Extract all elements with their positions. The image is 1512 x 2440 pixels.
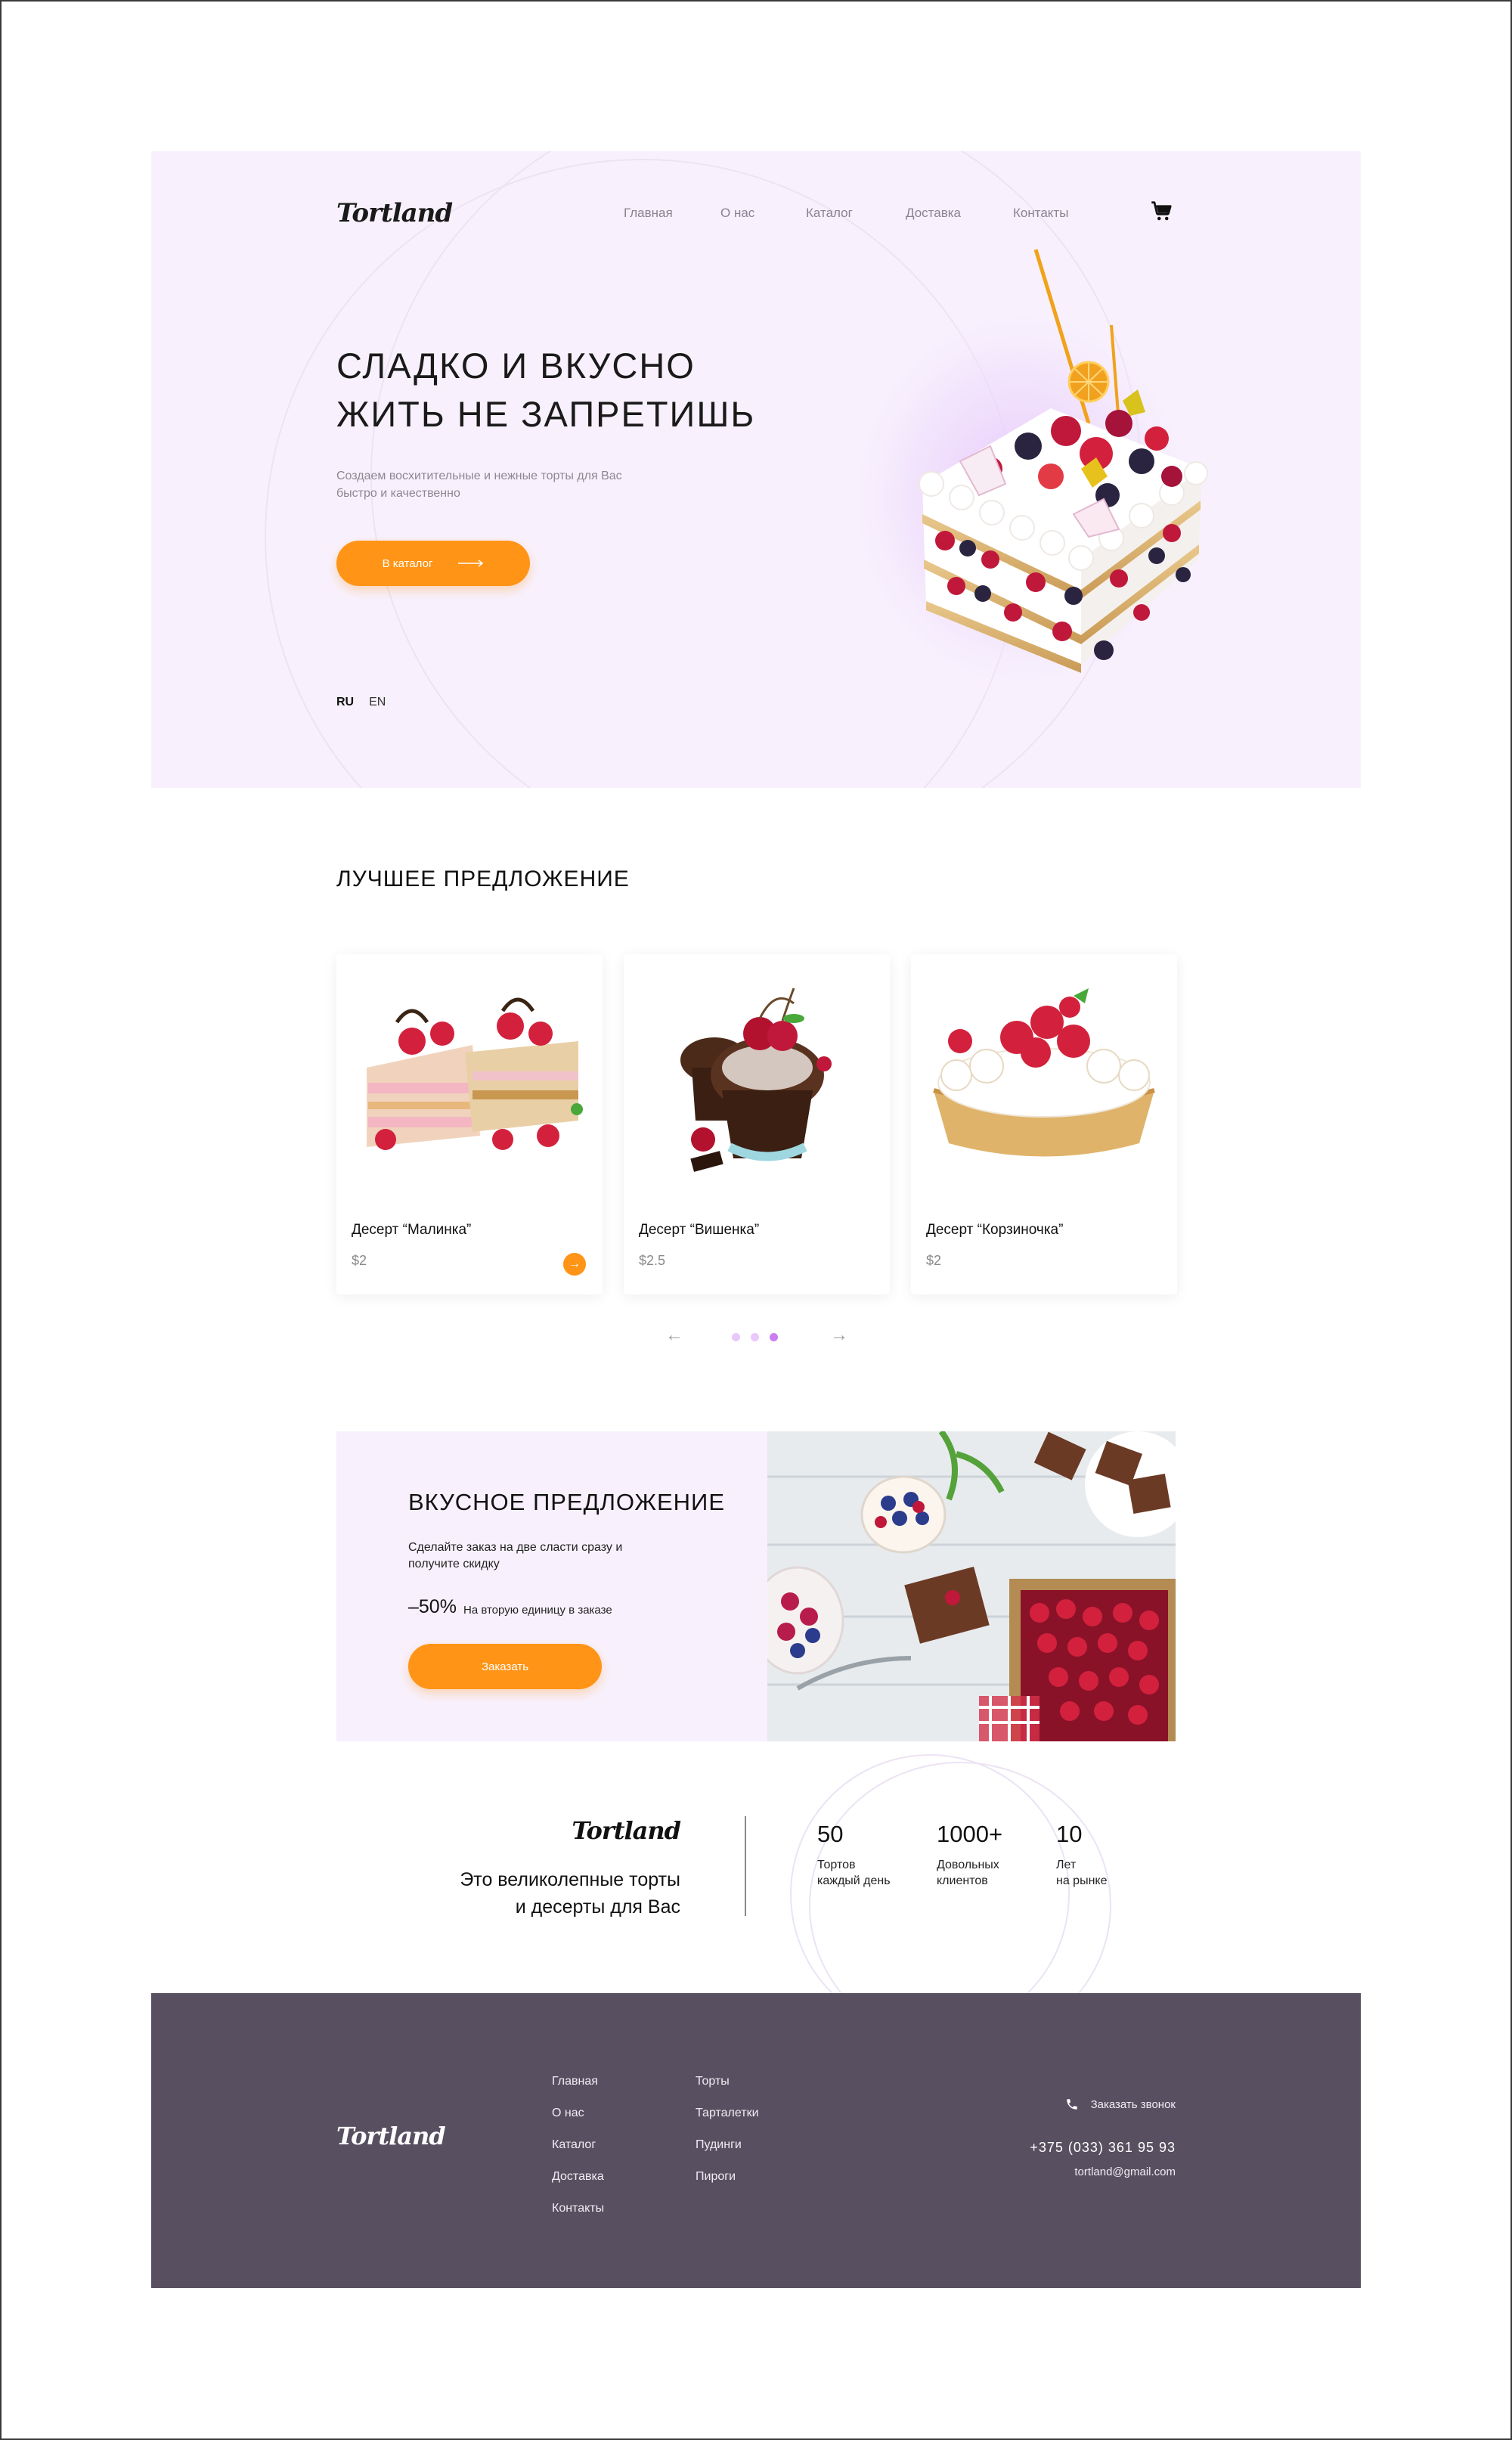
carousel-prev-button[interactable]: ← [665,1325,683,1346]
product-price: $2 [352,1253,367,1268]
footer-link-delivery[interactable]: Доставка [552,2161,604,2193]
promo-text-line2: получите скидку [408,1558,500,1570]
hero-section: Tortland Главная О нас Каталог Доставка … [151,151,1361,788]
hero-cake-image [764,197,1217,741]
footer-link-contacts[interactable]: Контакты [552,2193,604,2225]
promo-text-line1: Сделайте заказ на две сласти сразу и [408,1541,623,1554]
footer-link-catalog[interactable]: Каталог [552,2129,604,2161]
best-offer-title: ЛУЧШЕЕ ПРЕДЛОЖЕНИЕ [336,867,630,891]
carousel-dot-active[interactable] [770,1333,778,1341]
stat-label-line2: каждый день [817,1874,891,1887]
product-price: $2.5 [639,1253,666,1268]
carousel-next-button[interactable]: → [830,1325,848,1346]
language-switcher: RU EN [336,696,386,709]
nav-item-home[interactable]: Главная [624,206,720,221]
lang-ru[interactable]: RU [336,696,354,709]
footer-nav-categories: Торты Тарталетки Пудинги Пироги [696,2066,759,2193]
footer-link-puddings[interactable]: Пудинги [696,2129,759,2161]
stat-label-line1: Тортов [817,1859,856,1871]
carousel-pager: ← → [665,1325,848,1347]
promo-photo [767,1431,1176,1741]
request-call-label: Заказать звонок [1090,2097,1176,2111]
order-button[interactable]: Заказать [408,1644,602,1689]
footer-logo[interactable]: Tortland [336,2122,446,2150]
stat-number: 50 [817,1821,844,1847]
promo-discount: –50% [408,1596,457,1617]
about-slogan-line2: и десерты для Вас [515,1896,680,1918]
product-card[interactable]: Десерт “Корзиночка” $2 [911,954,1177,1294]
footer-nav-main: Главная О нас Каталог Доставка Контакты [552,2066,604,2225]
hero-subtitle-line1: Создаем восхитительные и нежные торты дл… [336,470,622,482]
arrow-right-icon [458,560,484,567]
stat-label-line2: на рынке [1056,1874,1108,1887]
stat-cakes: 50 Тортов каждый день [817,1821,891,1889]
about-slogan: Это великолепные торты и десерты для Вас [460,1866,680,1921]
product-name: Десерт “Вишенка” [639,1222,760,1238]
product-card[interactable]: Десерт “Малинка” $2 → [336,954,603,1294]
lang-en[interactable]: EN [369,696,386,709]
arrow-right-icon: → [569,1257,581,1270]
catalog-button-label: В каталог [382,557,433,570]
stat-label: Тортов каждый день [817,1857,891,1889]
product-price: $2 [926,1253,942,1268]
stat-number: 1000+ [937,1821,1003,1847]
footer-email[interactable]: tortland@gmail.com [1074,2166,1176,2178]
product-card[interactable]: Десерт “Вишенка” $2.5 [624,954,890,1294]
product-name: Десерт “Корзиночка” [926,1222,1064,1238]
product-image-cherry [639,977,875,1181]
promo-title: ВКУСНОЕ ПРЕДЛОЖЕНИЕ [408,1489,726,1515]
carousel-dot[interactable] [732,1333,740,1341]
request-call-link[interactable]: Заказать звонок [1065,2097,1176,2111]
about-section: Tortland Это великолепные торты и десерт… [336,1754,1176,2049]
hero-title: СЛАДКО И ВКУСНО ЖИТЬ НЕ ЗАПРЕТИШЬ [336,342,755,439]
footer: Tortland Главная О нас Каталог Доставка … [151,1993,1361,2288]
product-image-raspberry [352,977,587,1181]
footer-link-cakes[interactable]: Торты [696,2066,759,2097]
stat-label: Лет на рынке [1056,1857,1108,1889]
hero-subtitle: Создаем восхитительные и нежные торты дл… [336,467,654,502]
divider [745,1816,746,1916]
stat-number: 10 [1056,1821,1083,1847]
hero-title-line1: СЛАДКО И ВКУСНО [336,346,696,386]
stat-label-line2: клиентов [937,1874,988,1887]
stat-label: Довольных клиентов [937,1857,1002,1889]
stat-years: 10 Лет на рынке [1056,1821,1108,1889]
product-name: Десерт “Малинка” [352,1222,472,1238]
footer-link-tartlets[interactable]: Тарталетки [696,2097,759,2129]
phone-icon [1066,2099,1077,2110]
footer-link-about[interactable]: О нас [552,2097,604,2129]
catalog-button[interactable]: В каталог [336,541,530,586]
hero-title-line2: ЖИТЬ НЕ ЗАПРЕТИШЬ [336,394,756,434]
footer-link-pies[interactable]: Пироги [696,2161,759,2193]
footer-phone[interactable]: +375 (033) 361 95 93 [1030,2140,1176,2156]
stat-label-line1: Довольных [937,1859,999,1871]
carousel-dot[interactable] [751,1333,759,1341]
about-logo: Tortland [572,1816,681,1845]
order-button-label: Заказать [481,1660,529,1673]
hero-subtitle-line2: быстро и качественно [336,487,460,500]
product-image-basket [926,977,1162,1181]
promo-section: ВКУСНОЕ ПРЕДЛОЖЕНИЕ Сделайте заказ на дв… [336,1431,1176,1741]
promo-text: Сделайте заказ на две сласти сразу и пол… [408,1539,665,1573]
stat-label-line1: Лет [1056,1859,1077,1871]
promo-discount-note: На вторую единицу в заказе [463,1604,612,1617]
add-to-cart-button[interactable]: → [563,1253,586,1276]
about-slogan-line1: Это великолепные торты [460,1869,680,1890]
stat-clients: 1000+ Довольных клиентов [937,1821,1002,1889]
footer-link-home[interactable]: Главная [552,2066,604,2097]
header-logo[interactable]: Tortland [336,198,453,228]
